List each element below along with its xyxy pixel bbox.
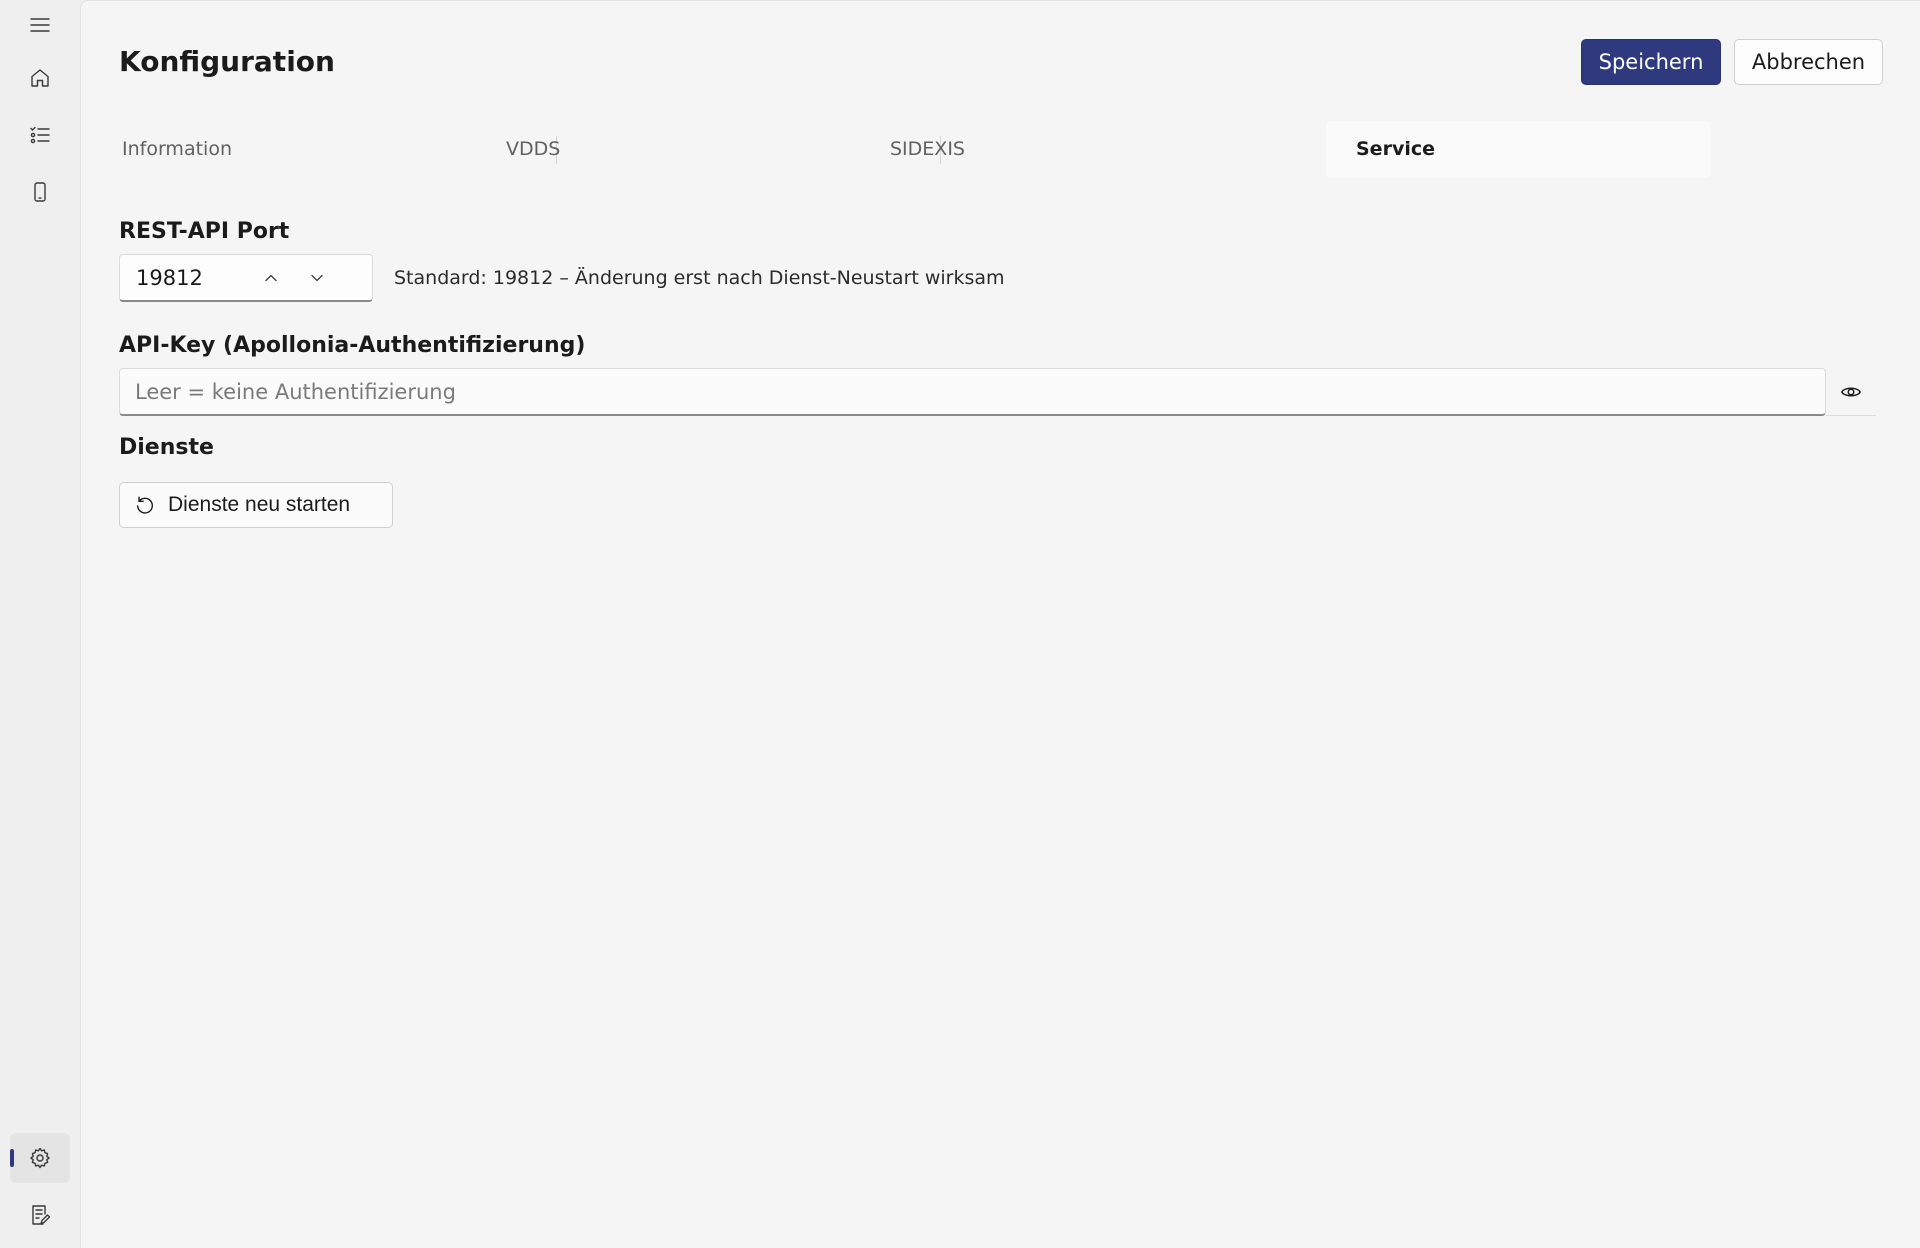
port-number-box: 19812	[119, 254, 373, 302]
eye-icon	[1840, 387, 1862, 397]
input-underline	[1826, 415, 1876, 416]
nav-home[interactable]	[10, 53, 70, 103]
port-decrement-button[interactable]	[300, 261, 334, 295]
nav-settings[interactable]	[10, 1133, 70, 1183]
menu-toggle-button[interactable]	[10, 0, 70, 50]
home-icon	[31, 69, 49, 87]
gear-icon	[30, 1147, 50, 1169]
port-increment-button[interactable]	[254, 261, 288, 295]
port-value[interactable]: 19812	[136, 266, 203, 290]
nav-tasks[interactable]	[10, 110, 70, 160]
services-label: Dienste	[119, 435, 214, 460]
config-page: Konfiguration Speichern Abbrechen Inform…	[80, 0, 1920, 1248]
app-window: Konfiguration Speichern Abbrechen Inform…	[0, 0, 1920, 1248]
active-indicator	[10, 1149, 14, 1167]
hamburger-menu-icon	[30, 18, 50, 32]
api-key-input[interactable]	[119, 368, 1826, 416]
restart-services-label: Dienste neu starten	[168, 493, 351, 516]
document-edit-icon	[32, 1205, 51, 1225]
page-title: Konfiguration	[119, 45, 335, 78]
tab-vdds[interactable]: VDDS	[503, 121, 887, 177]
checklist-icon	[30, 126, 50, 144]
reveal-password-button[interactable]	[1833, 375, 1869, 409]
api-key-label: API-Key (Apollonia-Authentifizierung)	[119, 333, 586, 358]
chevron-up-icon	[265, 274, 277, 282]
save-button[interactable]: Speichern	[1581, 39, 1721, 85]
tab-service[interactable]: Service	[1326, 121, 1710, 177]
cancel-button[interactable]: Abbrechen	[1734, 39, 1883, 85]
navigation-rail	[0, 0, 80, 1248]
tab-bar: Information VDDS SIDEXIS Service	[119, 121, 1711, 177]
chevron-down-icon	[311, 274, 323, 282]
port-hint: Standard: 19812 – Änderung erst nach Die…	[394, 267, 1005, 289]
port-label: REST-API Port	[119, 219, 290, 244]
nav-devices[interactable]	[10, 167, 70, 217]
nav-log[interactable]	[10, 1190, 70, 1240]
restart-icon	[136, 496, 153, 514]
restart-services-button[interactable]: Dienste neu starten	[119, 482, 393, 528]
mobile-device-icon	[34, 182, 46, 202]
tab-sidexis[interactable]: SIDEXIS	[887, 121, 1271, 177]
tab-information[interactable]: Information	[119, 121, 503, 177]
